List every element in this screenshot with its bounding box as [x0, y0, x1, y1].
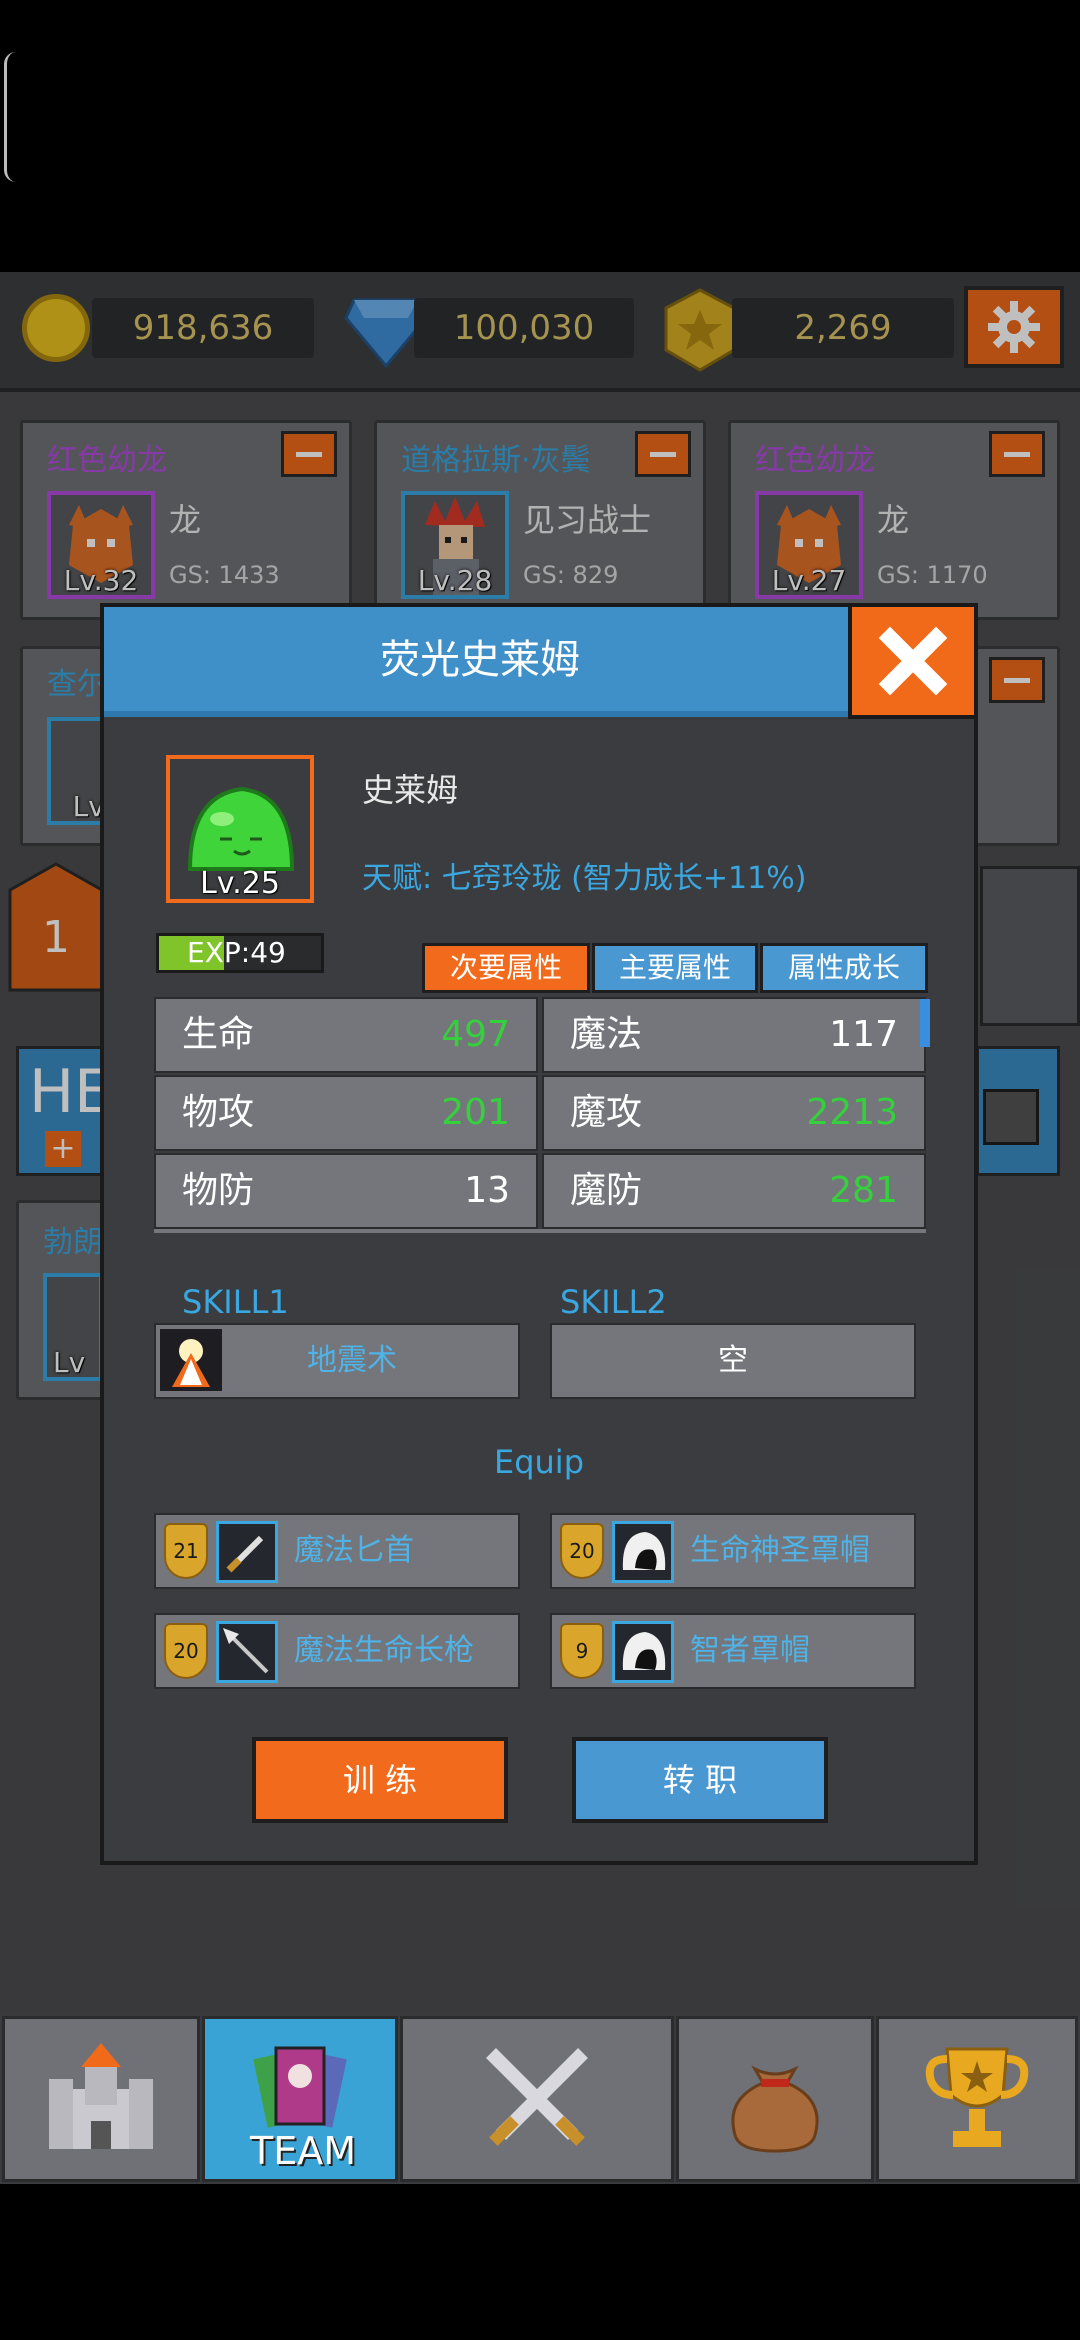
- earthquake-icon: [160, 1329, 222, 1391]
- equip-level-badge: 9: [560, 1623, 604, 1679]
- stat-label: 魔攻: [570, 1092, 643, 1133]
- tab-secondary-attributes[interactable]: 次要属性: [422, 943, 590, 993]
- modal-title: 荧光史莱姆: [104, 607, 856, 717]
- money-bag-icon: [731, 2065, 819, 2153]
- equip-name: 魔法生命长枪: [294, 1633, 474, 1668]
- nav-castle[interactable]: [2, 2016, 200, 2182]
- skill2-label: SKILL2: [560, 1283, 667, 1321]
- stat-value: 201: [441, 1092, 510, 1133]
- crossed-swords-icon: [486, 2048, 588, 2146]
- nav-team-label: TEAM: [249, 2129, 356, 2173]
- stat-value: 117: [829, 1014, 898, 1055]
- nav-team[interactable]: TEAM: [202, 2016, 398, 2182]
- trophy-icon: [925, 2047, 1029, 2147]
- nav-trophy[interactable]: [876, 2016, 1078, 2182]
- creature-detail-modal: 荧光史莱姆 Lv.25 史莱姆 天赋: 七窍玲珑 (智力成长+11%) EXP:…: [100, 603, 978, 1865]
- equip-slot-1[interactable]: 21 魔法匕首: [154, 1513, 520, 1589]
- dagger-icon: [216, 1521, 278, 1583]
- stat-mp: 魔法 117: [542, 997, 926, 1073]
- train-button[interactable]: 训 练: [252, 1737, 508, 1823]
- tab-primary-attributes[interactable]: 主要属性: [592, 943, 758, 993]
- equip-name: 智者罩帽: [690, 1633, 810, 1668]
- exp-label: EXP:49: [187, 936, 286, 969]
- creature-level: Lv.25: [200, 866, 280, 901]
- stat-label: 魔防: [570, 1170, 643, 1211]
- stat-value: 13: [464, 1170, 510, 1211]
- creature-name: 史莱姆: [362, 771, 459, 809]
- stat-label: 生命: [182, 1014, 255, 1055]
- stat-physical-defense: 物防 13: [154, 1153, 538, 1229]
- creature-talent: 天赋: 七窍玲珑 (智力成长+11%): [362, 861, 807, 896]
- nav-bag[interactable]: [676, 2016, 874, 2182]
- stat-label: 物攻: [182, 1092, 255, 1133]
- creature-portrait: Lv.25: [166, 755, 314, 903]
- equip-slot-3[interactable]: 20 魔法生命长枪: [154, 1613, 520, 1689]
- skill1-slot[interactable]: 地震术: [154, 1323, 520, 1399]
- close-button[interactable]: [848, 603, 978, 719]
- skill1-label: SKILL1: [182, 1283, 289, 1321]
- equip-label: Equip: [493, 1443, 584, 1481]
- stats-next-row-edge: [154, 1229, 926, 1233]
- equip-level-badge: 20: [164, 1623, 208, 1679]
- exp-bar: EXP:49: [156, 933, 324, 973]
- spear-icon: [216, 1621, 278, 1683]
- castle-icon: [49, 2043, 153, 2149]
- stat-value: 497: [441, 1014, 510, 1055]
- hood-icon: [612, 1521, 674, 1583]
- game-screen: 918,636 100,030 2,269 红色幼龙 Lv.32 龙 GS: 1…: [0, 0, 1080, 2340]
- close-icon: [878, 626, 948, 696]
- stat-hp: 生命 497: [154, 997, 538, 1073]
- bottom-navigation: TEAM: [0, 2014, 1080, 2184]
- tab-attribute-growth[interactable]: 属性成长: [760, 943, 928, 993]
- skill2-slot[interactable]: 空: [550, 1323, 916, 1399]
- stat-physical-attack: 物攻 201: [154, 1075, 538, 1151]
- stat-value: 281: [829, 1170, 898, 1211]
- job-change-button[interactable]: 转 职: [572, 1737, 828, 1823]
- equip-name: 魔法匕首: [294, 1533, 414, 1568]
- stat-label: 魔法: [570, 1014, 643, 1055]
- hood-icon: [612, 1621, 674, 1683]
- nav-battle[interactable]: [400, 2016, 674, 2182]
- stats-scrollbar[interactable]: [920, 999, 930, 1047]
- equip-level-badge: 21: [164, 1523, 208, 1579]
- stat-value: 2213: [806, 1092, 898, 1133]
- skill1-name: 地震术: [307, 1343, 397, 1378]
- stat-magic-defense: 魔防 281: [542, 1153, 926, 1229]
- equip-level-badge: 20: [560, 1523, 604, 1579]
- stat-label: 物防: [182, 1170, 255, 1211]
- skill2-name: 空: [718, 1343, 748, 1378]
- stat-magic-attack: 魔攻 2213: [542, 1075, 926, 1151]
- equip-slot-4[interactable]: 9 智者罩帽: [550, 1613, 916, 1689]
- equip-name: 生命神圣罩帽: [690, 1533, 870, 1568]
- status-bar-notch-edge: [4, 52, 18, 182]
- equip-slot-2[interactable]: 20 生命神圣罩帽: [550, 1513, 916, 1589]
- stats-grid: 生命 497 魔法 117 物攻 201 魔攻 2213 物防 13 魔防 281: [154, 997, 926, 1233]
